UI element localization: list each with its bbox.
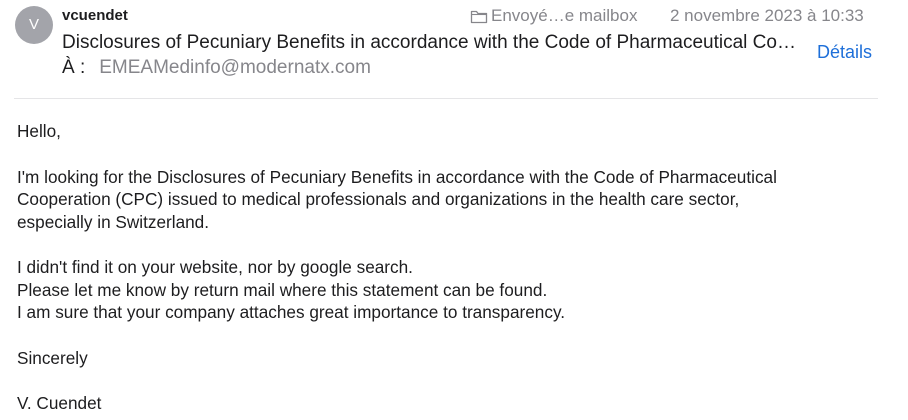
body-line: Cooperation (CPC) issued to medical prof… (17, 189, 740, 209)
message-subject: Disclosures of Pecuniary Benefits in acc… (62, 32, 797, 53)
recipient-address[interactable]: EMEAMedinfo@modernatx.com (99, 57, 371, 79)
body-paragraph-1: I'm looking for the Disclosures of Pecun… (17, 166, 897, 234)
details-link[interactable]: Détails (817, 42, 872, 63)
avatar[interactable]: V (15, 6, 53, 44)
header-divider (14, 98, 878, 99)
body-paragraph-2: I didn't find it on your website, nor by… (17, 256, 897, 324)
recipient-row: À : EMEAMedinfo@modernatx.com (62, 57, 371, 79)
closing: Sincerely (17, 347, 88, 368)
signature: V. Cuendet (17, 393, 102, 413)
mailbox-label: Envoyé…e mailbox (491, 6, 638, 25)
body-line: I didn't find it on your website, nor by… (17, 257, 413, 277)
folder-icon (470, 9, 488, 24)
message-date: 2 novembre 2023 à 10:33 (670, 6, 864, 25)
to-label: À : (62, 57, 86, 78)
sender-name: vcuendet (62, 7, 128, 24)
greeting: Hello, (17, 121, 61, 141)
body-line: Please let me know by return mail where … (17, 279, 548, 300)
body-line: I am sure that your company attaches gre… (17, 302, 566, 322)
body-line: I'm looking for the Disclosures of Pecun… (17, 166, 777, 187)
message-body: Hello, I'm looking for the Disclosures o… (17, 120, 897, 415)
mailbox-indicator: Envoyé…e mailbox (470, 6, 637, 26)
body-line: especially in Switzerland. (17, 211, 210, 232)
